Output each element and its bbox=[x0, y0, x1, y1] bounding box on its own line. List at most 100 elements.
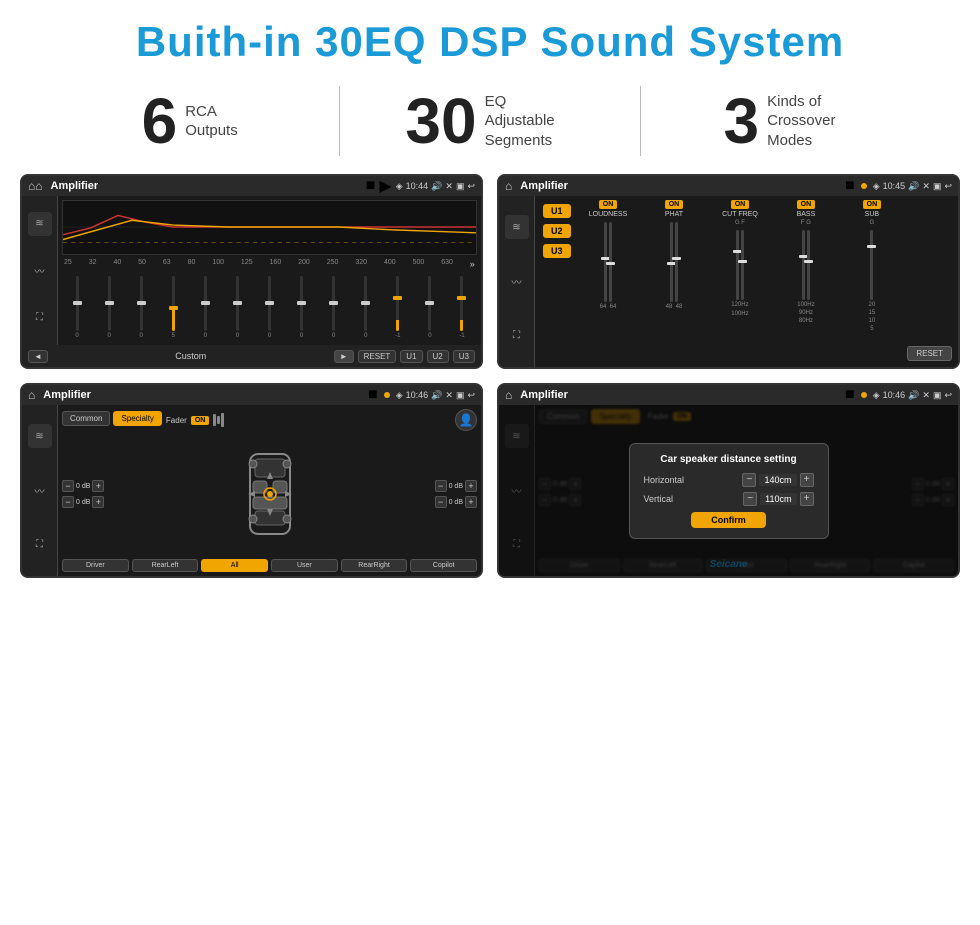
eq-preset-label: Custom bbox=[52, 351, 330, 361]
modal-title: Car speaker distance setting bbox=[644, 454, 814, 465]
channel-cutfreq: ON CUT FREQ G F 120Hz bbox=[709, 200, 770, 317]
eq-content: ≋ 〰 ⛶ bbox=[22, 196, 481, 345]
sp-rearleft-btn[interactable]: RearLeft bbox=[132, 559, 199, 572]
u2-btn[interactable]: U2 bbox=[543, 224, 571, 238]
sp-user-btn[interactable]: User bbox=[271, 559, 338, 572]
sub-g: G bbox=[870, 220, 875, 226]
dialog-status-bar: ⌂ Amplifier ■ ◈ 10:46 🔊 ✕ ▣ ↩ bbox=[499, 385, 958, 405]
wave-icon[interactable]: 〰 bbox=[28, 259, 52, 283]
amp-right-status-bar: ⌂ Amplifier ■ ◈ 10:45 🔊 ✕ ▣ ↩ bbox=[499, 176, 958, 196]
stat-crossover: 3 Kinds ofCrossover Modes bbox=[651, 89, 930, 153]
sub-slider-1[interactable] bbox=[870, 230, 873, 300]
eq-u1-btn[interactable]: U1 bbox=[400, 350, 422, 363]
loudness-slider-2[interactable] bbox=[609, 222, 612, 302]
eq-slider-11[interactable]: 0 bbox=[415, 276, 445, 339]
phat-slider-2[interactable] bbox=[675, 222, 678, 302]
dialog-vol: 🔊 bbox=[908, 390, 919, 401]
eq-slider-10[interactable]: -1 bbox=[383, 276, 413, 339]
cutfreq-sliders bbox=[736, 230, 744, 300]
wave-icon-2[interactable]: 〰 bbox=[505, 269, 529, 293]
eq-icon-2[interactable]: ≋ bbox=[505, 215, 529, 239]
eq-freq-labels: 25 32 40 50 63 80 100 125 160 200 250 32… bbox=[62, 259, 477, 269]
fl-minus-btn[interactable]: − bbox=[62, 480, 74, 492]
sp-tab-common[interactable]: Common bbox=[62, 411, 110, 426]
rr-plus-btn[interactable]: + bbox=[465, 496, 477, 508]
on-badge-loudness: ON bbox=[599, 200, 618, 209]
rl-minus-btn[interactable]: − bbox=[62, 496, 74, 508]
vertical-minus-btn[interactable]: − bbox=[743, 492, 757, 506]
eq-slider-9[interactable]: 0 bbox=[351, 276, 381, 339]
eq-status-bar: ⌂ Amplifier ■ ▶ ◈ 10:44 🔊 ✕ ▣ ↩ bbox=[22, 176, 481, 196]
u-buttons: U1 U2 U3 bbox=[539, 200, 575, 363]
phat-slider-1[interactable] bbox=[670, 222, 673, 302]
loudness-val: 64 64 bbox=[600, 304, 617, 310]
eq-graph bbox=[62, 200, 477, 255]
horizontal-minus-btn[interactable]: − bbox=[742, 473, 756, 487]
sp-rearright-btn[interactable]: RearRight bbox=[341, 559, 408, 572]
speaker-main: Common Specialty Fader ON 👤 bbox=[58, 405, 481, 576]
eq-slider-7[interactable]: 0 bbox=[287, 276, 317, 339]
eq-slider-3[interactable]: 5 bbox=[158, 276, 188, 339]
rr-minus-btn[interactable]: − bbox=[435, 496, 447, 508]
expand-icon-3[interactable]: ⛶ bbox=[28, 533, 52, 557]
home-icon-3[interactable]: ⌂ bbox=[28, 388, 35, 402]
eq-slider-5[interactable]: 0 bbox=[222, 276, 252, 339]
eq-bottom-bar: ◄ Custom ► RESET U1 U2 U3 bbox=[22, 345, 481, 367]
cutfreq-hz2: 100Hz bbox=[731, 311, 748, 317]
fr-plus-btn[interactable]: + bbox=[465, 480, 477, 492]
sp-all-btn[interactable]: All bbox=[201, 559, 268, 572]
speaker-pin: ◈ bbox=[396, 390, 403, 401]
sp-tab-specialty[interactable]: Specialty bbox=[113, 411, 161, 426]
home-icon-2[interactable]: ⌂ bbox=[505, 179, 512, 193]
eq-back-icon: ↩ bbox=[467, 181, 475, 192]
eq-icon[interactable]: ≋ bbox=[28, 212, 52, 236]
home-icon-4[interactable]: ⌂ bbox=[505, 388, 512, 402]
bass-slider-2[interactable] bbox=[807, 230, 810, 300]
eq-record-dot: ■ bbox=[366, 177, 376, 195]
confirm-button[interactable]: Confirm bbox=[691, 512, 766, 528]
eq-slider-4[interactable]: 0 bbox=[190, 276, 220, 339]
cutfreq-slider-1[interactable] bbox=[736, 230, 739, 300]
stat-rca-label: RCAOutputs bbox=[185, 102, 238, 141]
amp-right-vol: 🔊 bbox=[908, 181, 919, 192]
speaker-status-icons: ◈ 10:46 🔊 ✕ ▣ ↩ bbox=[396, 390, 475, 401]
eq-reset-btn[interactable]: RESET bbox=[358, 350, 397, 363]
expand-icon[interactable]: ⛶ bbox=[28, 306, 52, 330]
eq-prev-btn[interactable]: ◄ bbox=[28, 350, 48, 363]
eq-slider-0[interactable]: 0 bbox=[62, 276, 92, 339]
eq-sliders-area: 0 0 0 5 bbox=[62, 271, 477, 341]
u1-btn[interactable]: U1 bbox=[543, 204, 571, 218]
wave-icon-3[interactable]: 〰 bbox=[28, 478, 52, 502]
sp-copilot-btn[interactable]: Copilot bbox=[410, 559, 477, 572]
horizontal-plus-btn[interactable]: + bbox=[800, 473, 814, 487]
eq-slider-8[interactable]: 0 bbox=[319, 276, 349, 339]
eq-u2-btn[interactable]: U2 bbox=[427, 350, 449, 363]
eq-slider-6[interactable]: 0 bbox=[254, 276, 284, 339]
page-container: Buith-in 30EQ DSP Sound System 6 RCAOutp… bbox=[0, 0, 980, 925]
eq-play-btn[interactable]: ► bbox=[334, 350, 354, 363]
home-icon[interactable]: ⌂ bbox=[28, 179, 43, 193]
fr-minus-btn[interactable]: − bbox=[435, 480, 447, 492]
channel-phat: ON PHAT 48 48 bbox=[643, 200, 704, 310]
speaker-right-controls: − 0 dB + − 0 dB + bbox=[435, 480, 477, 508]
expand-icon-2[interactable]: ⛶ bbox=[505, 324, 529, 348]
eq-slider-12[interactable]: -1 bbox=[447, 276, 477, 339]
eq-slider-1[interactable]: 0 bbox=[94, 276, 124, 339]
eq-icon-3[interactable]: ≋ bbox=[28, 424, 52, 448]
fl-plus-btn[interactable]: + bbox=[92, 480, 104, 492]
dialog-screen: ⌂ Amplifier ■ ◈ 10:46 🔊 ✕ ▣ ↩ ≋ 〰 bbox=[497, 383, 960, 578]
eq-play-icon: ▶ bbox=[379, 176, 391, 196]
amp-right-title: Amplifier bbox=[520, 180, 841, 192]
eq-u3-btn[interactable]: U3 bbox=[453, 350, 475, 363]
u3-btn[interactable]: U3 bbox=[543, 244, 571, 258]
cutfreq-slider-2[interactable] bbox=[741, 230, 744, 300]
screens-grid: ⌂ Amplifier ■ ▶ ◈ 10:44 🔊 ✕ ▣ ↩ ≋ 〰 ⛶ bbox=[0, 174, 980, 578]
vertical-plus-btn[interactable]: + bbox=[800, 492, 814, 506]
sp-driver-btn[interactable]: Driver bbox=[62, 559, 129, 572]
dialog-sq: ▣ bbox=[933, 390, 942, 401]
eq-slider-2[interactable]: 0 bbox=[126, 276, 156, 339]
amp-reset-btn[interactable]: RESET bbox=[907, 346, 952, 361]
dialog-status-icons: ◈ 10:46 🔊 ✕ ▣ ↩ bbox=[873, 390, 952, 401]
rl-plus-btn[interactable]: + bbox=[92, 496, 104, 508]
bass-slider-1[interactable] bbox=[802, 230, 805, 300]
